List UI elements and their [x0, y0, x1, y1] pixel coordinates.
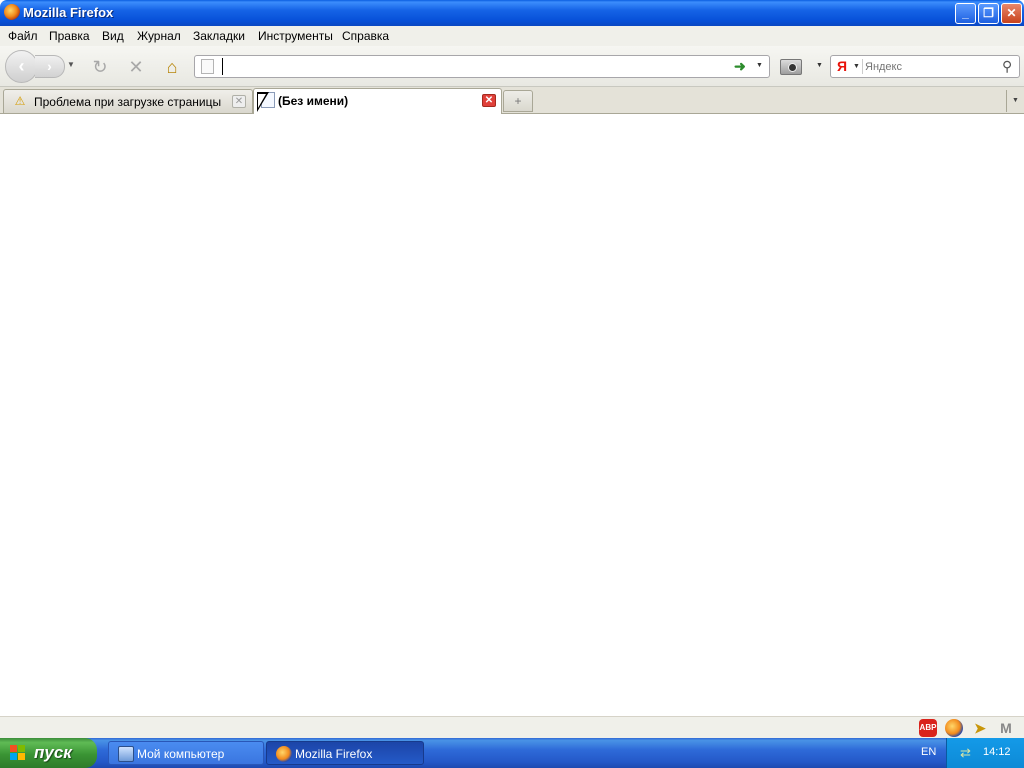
back-button[interactable]: ‹: [5, 50, 38, 83]
tab-untitled[interactable]: (Без имени) ✕: [253, 88, 502, 114]
start-label: пуск: [34, 743, 72, 762]
menu-file[interactable]: Файл: [8, 29, 38, 43]
search-input[interactable]: [865, 59, 995, 75]
forward-button[interactable]: ›: [35, 55, 65, 78]
start-button[interactable]: пуск: [0, 738, 97, 768]
window-titlebar[interactable]: Mozilla Firefox _ ❐ ✕: [0, 0, 1024, 26]
search-icon[interactable]: ⚲: [1002, 58, 1012, 75]
taskbar: пуск Мой компьютер Mozilla Firefox EN ⇄ …: [0, 738, 1024, 768]
yandex-logo-icon[interactable]: Я: [837, 58, 847, 74]
computer-icon: [118, 746, 134, 762]
history-dropdown-icon[interactable]: ▼: [67, 60, 75, 69]
tab-label: (Без имени): [278, 94, 349, 108]
taskbar-item-my-computer[interactable]: Мой компьютер: [108, 741, 264, 765]
reload-icon[interactable]: ↻: [89, 56, 111, 78]
gmail-icon[interactable]: M: [997, 719, 1015, 737]
menu-bookmarks[interactable]: Закладки: [193, 29, 245, 43]
taskbar-item-firefox[interactable]: Mozilla Firefox: [266, 741, 424, 765]
firefox-app-icon[interactable]: [4, 4, 20, 20]
network-icon[interactable]: ⇄: [960, 745, 976, 761]
task-label: Mozilla Firefox: [295, 747, 373, 761]
url-input[interactable]: [222, 58, 722, 75]
tab-close-icon[interactable]: ✕: [482, 94, 496, 107]
minimize-button[interactable]: _: [955, 3, 976, 24]
camera-dropdown-icon[interactable]: ▼: [816, 62, 823, 69]
windows-logo-icon: [10, 745, 27, 761]
adblock-plus-icon[interactable]: ABP: [919, 719, 937, 737]
window-title: Mozilla Firefox: [23, 5, 114, 20]
tab-load-error[interactable]: ⚠ Проблема при загрузке страницы ✕: [3, 89, 253, 113]
navigation-toolbar: ‹ › ▼ ↻ ✕ ⌂ ➜ ▼ ▼ Я ▼ ⚲: [0, 46, 1024, 87]
menu-view[interactable]: Вид: [102, 29, 124, 43]
pointer-icon[interactable]: ➤: [971, 719, 989, 737]
new-tab-button[interactable]: +: [503, 90, 533, 112]
language-indicator[interactable]: EN: [921, 746, 936, 758]
search-engine-dropdown-icon[interactable]: ▼: [853, 63, 860, 70]
clock[interactable]: 14:12: [983, 746, 1011, 758]
search-bar[interactable]: Я ▼ ⚲: [830, 55, 1020, 78]
url-bar[interactable]: ➜ ▼: [194, 55, 770, 78]
close-window-button[interactable]: ✕: [1001, 3, 1022, 24]
tab-bar: ⚠ Проблема при загрузке страницы ✕ (Без …: [0, 87, 1024, 114]
screenshot-camera-icon[interactable]: [780, 59, 802, 75]
page-content[interactable]: [0, 115, 1024, 716]
menu-edit[interactable]: Правка: [49, 29, 90, 43]
home-icon[interactable]: ⌂: [161, 56, 183, 78]
warning-icon: ⚠: [14, 94, 26, 108]
stop-icon[interactable]: ✕: [125, 56, 147, 78]
maximize-button[interactable]: ❐: [978, 3, 999, 24]
go-arrow-icon[interactable]: ➜: [734, 58, 746, 75]
firefox-status-icon[interactable]: [945, 719, 963, 737]
mouse-cursor-icon: [257, 92, 269, 112]
status-bar: ABP ➤ M: [0, 716, 1024, 738]
page-favicon-icon: [201, 59, 214, 74]
firefox-icon: [276, 746, 292, 762]
menu-bar: Файл Правка Вид Журнал Закладки Инструме…: [0, 26, 1024, 46]
search-separator: [862, 59, 863, 74]
url-dropdown-icon[interactable]: ▼: [756, 62, 763, 69]
tab-list-dropdown-icon[interactable]: ▼: [1006, 90, 1024, 112]
menu-history[interactable]: Журнал: [137, 29, 181, 43]
menu-tools[interactable]: Инструменты: [258, 29, 333, 43]
tab-close-icon[interactable]: ✕: [232, 95, 246, 108]
tab-label: Проблема при загрузке страницы: [34, 95, 222, 109]
task-label: Мой компьютер: [137, 747, 225, 761]
menu-help[interactable]: Справка: [342, 29, 389, 43]
